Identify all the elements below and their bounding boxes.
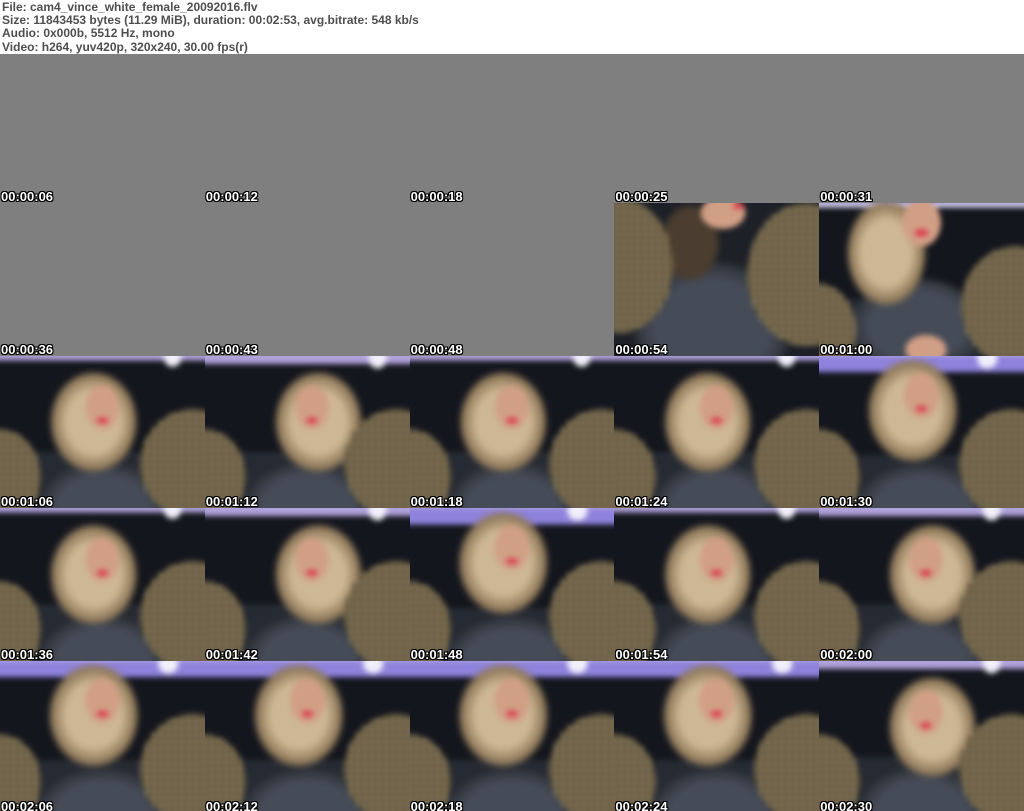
thumbnail-photo-layers bbox=[614, 660, 820, 811]
thumbnail-cell: 00:00:25 bbox=[614, 190, 820, 356]
thumbnail-photo-layers bbox=[0, 660, 205, 811]
thumbnail-timestamp: 00:01:00 bbox=[820, 341, 873, 357]
thumbnail-timestamp: 00:01:30 bbox=[820, 494, 873, 510]
file-info-audio: Audio: 0x000b, 5512 Hz, mono bbox=[2, 26, 175, 41]
thumbnail-timestamp: 00:02:06 bbox=[1, 799, 54, 811]
thumbnail-photo bbox=[0, 355, 205, 509]
thumbnail-cell: 00:01:12 bbox=[204, 495, 410, 661]
thumbnail-photo bbox=[614, 660, 820, 811]
thumbnail-photo-layers bbox=[0, 355, 205, 509]
thumbnail-photo-layers bbox=[204, 508, 410, 661]
thumbnail-timestamp: 00:01:24 bbox=[615, 494, 668, 510]
thumbnail-cell: 00:00:48 bbox=[409, 343, 615, 509]
file-info-video: Video: h264, yuv420p, 320x240, 30.00 fps… bbox=[2, 39, 248, 54]
thumbnail-cell: 00:01:42 bbox=[204, 648, 410, 811]
thumbnail-photo bbox=[614, 355, 820, 509]
thumbnail-photo bbox=[204, 203, 410, 356]
thumbnail-photo bbox=[409, 508, 615, 661]
thumbnail-photo-layers bbox=[819, 355, 1024, 509]
thumbnail-photo-layers bbox=[0, 203, 205, 356]
thumbnail-timestamp: 00:00:36 bbox=[1, 341, 54, 357]
thumbnail-timestamp: 00:00:54 bbox=[615, 341, 668, 357]
thumbnail-photo bbox=[409, 355, 615, 509]
thumbnail-photo bbox=[0, 508, 205, 661]
thumbnail-cell: 00:01:36 bbox=[0, 648, 205, 811]
thumbnail-timestamp: 00:02:00 bbox=[820, 646, 873, 662]
thumbnail-timestamp: 00:01:54 bbox=[615, 646, 668, 662]
thumbnail-cell: 00:02:00 bbox=[819, 648, 1024, 811]
thumbnail-photo-layers bbox=[819, 508, 1024, 661]
thumbnail-cell: 00:00:36 bbox=[0, 343, 205, 509]
thumbnail-photo-layers bbox=[204, 203, 410, 356]
file-info-file: File: cam4_vince_white_female_20092016.f… bbox=[2, 0, 258, 14]
thumbnail-cell: 00:01:00 bbox=[819, 343, 1024, 509]
thumbnail-photo bbox=[819, 508, 1024, 661]
thumbnail-timestamp: 00:01:36 bbox=[1, 646, 54, 662]
thumbnail-photo-layers bbox=[409, 203, 615, 356]
thumbnail-photo bbox=[409, 660, 615, 811]
thumbnail-timestamp: 00:00:31 bbox=[820, 189, 873, 204]
thumbnail-photo bbox=[614, 203, 820, 356]
thumbnail-timestamp: 00:02:30 bbox=[820, 799, 873, 811]
thumbnail-photo-layers bbox=[409, 355, 615, 509]
thumbnail-cell: 00:01:24 bbox=[614, 495, 820, 661]
thumbnail-photo bbox=[409, 203, 615, 356]
thumbnail-photo bbox=[204, 355, 410, 509]
thumbnail-timestamp: 00:01:18 bbox=[410, 494, 463, 510]
thumbnail-timestamp: 00:02:12 bbox=[205, 799, 258, 811]
thumbnail-timestamp: 00:00:48 bbox=[410, 341, 463, 357]
thumbnail-timestamp: 00:02:24 bbox=[615, 799, 668, 811]
thumbnail-photo bbox=[819, 203, 1024, 356]
thumbnail-photo bbox=[0, 203, 205, 356]
thumbnail-cell: 00:01:48 bbox=[409, 648, 615, 811]
thumbnail-timestamp: 00:00:18 bbox=[410, 189, 463, 204]
thumbnail-photo-layers bbox=[409, 508, 615, 661]
screenshot-page: File: cam4_vince_white_female_20092016.f… bbox=[0, 0, 1024, 811]
thumbnail-cell: 00:00:31 bbox=[819, 190, 1024, 356]
thumbnail-timestamp: 00:00:43 bbox=[205, 341, 258, 357]
thumbnail-photo-layers bbox=[204, 355, 410, 509]
thumbnail-cell: 00:01:06 bbox=[0, 495, 205, 661]
thumbnail-photo-layers bbox=[0, 508, 205, 661]
thumbnail-photo bbox=[204, 508, 410, 661]
thumbnail-timestamp: 00:00:25 bbox=[615, 189, 668, 204]
thumbnail-photo-layers bbox=[614, 203, 820, 356]
thumbnail-cell: 00:00:43 bbox=[204, 343, 410, 509]
thumbnail-photo-layers bbox=[614, 355, 820, 509]
thumbnail-photo-layers bbox=[819, 203, 1024, 356]
thumbnail-cell: 00:00:54 bbox=[614, 343, 820, 509]
thumbnail-cell: 00:00:06 bbox=[0, 190, 205, 356]
thumbnail-cell: 00:01:30 bbox=[819, 495, 1024, 661]
thumbnail-photo-layers bbox=[409, 660, 615, 811]
thumbnail-cell: 00:01:18 bbox=[409, 495, 615, 661]
thumbnail-photo bbox=[614, 508, 820, 661]
thumbnail-timestamp: 00:01:06 bbox=[1, 494, 54, 510]
thumbnail-photo-layers bbox=[614, 508, 820, 661]
thumbnail-photo bbox=[204, 660, 410, 811]
thumbnail-contact-sheet: 00:00:06 00:00:12 00:00:18 00:00:25 00:0… bbox=[0, 54, 1024, 811]
thumbnail-photo-layers bbox=[204, 660, 410, 811]
thumbnail-photo bbox=[0, 660, 205, 811]
file-info-header: File: cam4_vince_white_female_20092016.f… bbox=[0, 0, 1024, 54]
thumbnail-cell: 00:00:12 bbox=[204, 190, 410, 356]
thumbnail-timestamp: 00:00:12 bbox=[205, 189, 258, 204]
thumbnail-cell: 00:00:18 bbox=[409, 190, 615, 356]
thumbnail-cell: 00:01:54 bbox=[614, 648, 820, 811]
thumbnail-photo bbox=[819, 660, 1024, 811]
thumbnail-timestamp: 00:01:42 bbox=[205, 646, 258, 662]
thumbnail-timestamp: 00:01:12 bbox=[205, 494, 258, 510]
thumbnail-timestamp: 00:01:48 bbox=[410, 646, 463, 662]
thumbnail-photo-layers bbox=[819, 660, 1024, 811]
thumbnail-photo bbox=[819, 355, 1024, 509]
thumbnail-timestamp: 00:02:18 bbox=[410, 799, 463, 811]
thumbnail-timestamp: 00:00:06 bbox=[1, 189, 54, 204]
